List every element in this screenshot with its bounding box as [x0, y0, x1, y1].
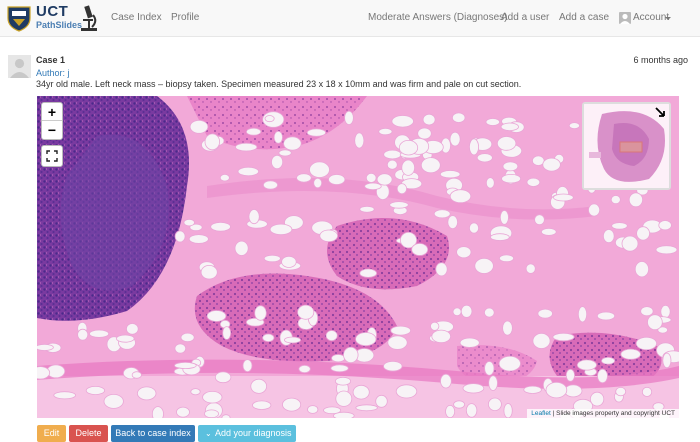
zoom-in-button[interactable]: +	[42, 103, 62, 121]
delete-button[interactable]: Delete	[69, 425, 108, 442]
nav-profile[interactable]: Profile	[171, 12, 199, 23]
navbar: UCT PathSlides Case Index Profile Modera…	[0, 0, 700, 37]
slide-viewer[interactable]: + − Leaflet | Slide images property and …	[37, 96, 679, 418]
add-diagnosis-label: Add your diagnosis	[215, 428, 292, 438]
chevron-down-icon: ⌄	[205, 429, 212, 438]
brand-logo[interactable]: UCT PathSlides	[5, 3, 97, 33]
leaflet-link[interactable]: Leaflet	[531, 410, 551, 417]
brand-subtitle: PathSlides	[36, 20, 83, 30]
microscope-icon	[81, 5, 97, 31]
case-author-link[interactable]: Author: j	[36, 68, 70, 78]
edit-button[interactable]: Edit	[37, 425, 66, 442]
author-avatar	[8, 55, 31, 78]
nav-add-case[interactable]: Add a case	[559, 12, 609, 23]
nav-account[interactable]: Account	[633, 12, 669, 23]
map-attribution: Leaflet | Slide images property and copy…	[527, 409, 679, 418]
zoom-out-button[interactable]: −	[42, 121, 62, 139]
chevron-down-icon[interactable]	[665, 17, 671, 20]
case-timestamp: 6 months ago	[633, 55, 688, 65]
case-title: Case 1	[36, 55, 66, 65]
minimap-toggle-icon[interactable]	[654, 106, 666, 118]
fullscreen-button[interactable]	[41, 145, 63, 167]
back-to-case-index-button[interactable]: Back to case index	[111, 425, 195, 442]
fullscreen-icon	[46, 150, 58, 162]
crest-icon	[7, 6, 31, 32]
nav-moderate-answers[interactable]: Moderate Answers (Diagnoses)	[368, 12, 508, 23]
case-description: 34yr old male. Left neck mass – biopsy t…	[36, 79, 522, 89]
add-diagnosis-button[interactable]: ⌄ Add your diagnosis	[198, 425, 296, 442]
nav-add-user[interactable]: Add a user	[501, 12, 549, 23]
minimap[interactable]	[582, 102, 671, 190]
nav-case-index[interactable]: Case Index	[111, 12, 162, 23]
account-avatar-icon[interactable]	[619, 12, 631, 24]
zoom-control: + −	[41, 102, 63, 140]
attribution-text: | Slide images property and copyright UC…	[550, 410, 675, 417]
brand-title: UCT	[36, 3, 69, 20]
